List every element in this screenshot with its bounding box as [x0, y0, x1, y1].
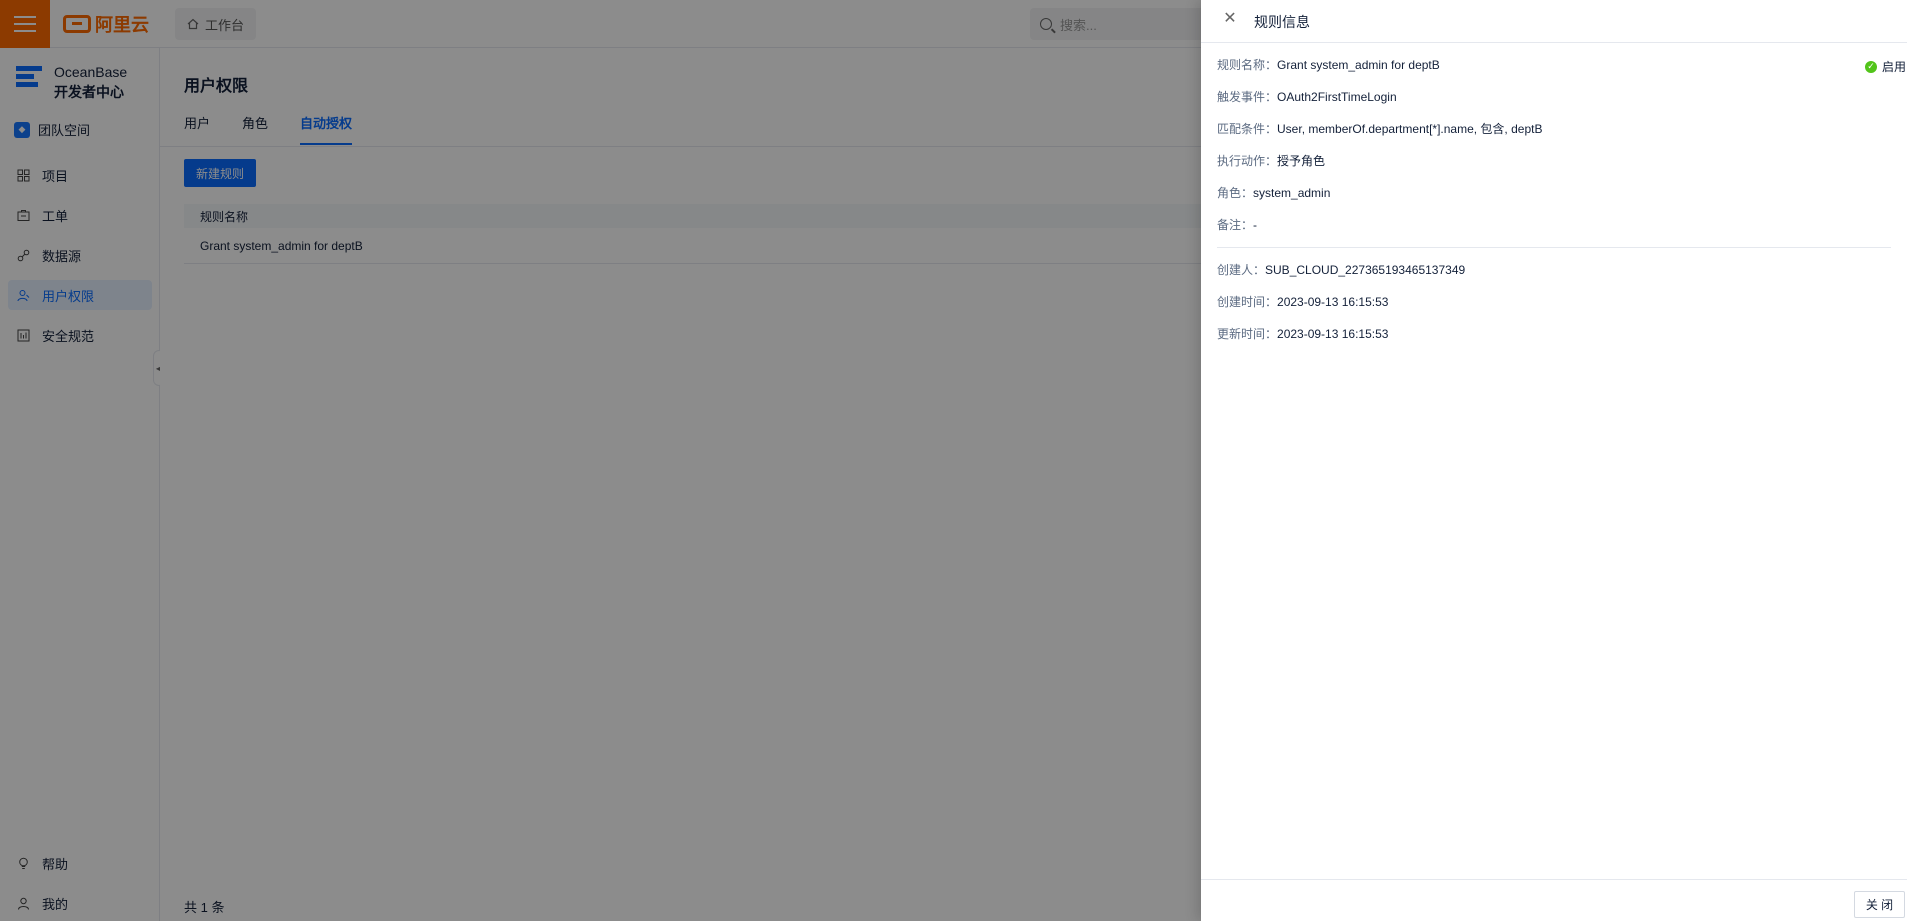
drawer-footer: 关 闭 — [1201, 879, 1907, 921]
field-label: 触发事件： — [1217, 90, 1278, 104]
field-value: User, memberOf.department[*].name, 包含, d… — [1277, 122, 1543, 136]
field-updated-time: 更新时间： 2023-09-13 16:15:53 — [1217, 326, 1891, 358]
field-label: 角色： — [1217, 186, 1254, 200]
close-icon[interactable]: ✕ — [1223, 11, 1237, 27]
field-match-condition: 匹配条件： User, memberOf.department[*].name,… — [1217, 121, 1891, 153]
field-rule-name: 规则名称： Grant system_admin for deptB — [1217, 57, 1891, 89]
field-label: 创建人： — [1217, 263, 1266, 277]
drawer-header: ✕ 规则信息 — [1201, 0, 1907, 43]
field-label: 更新时间： — [1217, 327, 1278, 341]
field-action: 执行动作： 授予角色 — [1217, 153, 1891, 185]
field-value: Grant system_admin for deptB — [1277, 58, 1440, 72]
details-divider — [1217, 247, 1891, 248]
close-button[interactable]: 关 闭 — [1854, 891, 1905, 918]
field-value: - — [1253, 218, 1258, 232]
field-value: 2023-09-13 16:15:53 — [1277, 327, 1389, 341]
field-label: 匹配条件： — [1217, 122, 1278, 136]
drawer-title: 规则信息 — [1254, 14, 1310, 30]
field-value: OAuth2FirstTimeLogin — [1277, 90, 1397, 104]
field-value: system_admin — [1253, 186, 1331, 200]
field-value: 授予角色 — [1277, 154, 1326, 168]
field-creator: 创建人： SUB_CLOUD_227365193465137349 — [1217, 262, 1891, 294]
field-label: 创建时间： — [1217, 295, 1278, 309]
field-trigger-event: 触发事件： OAuth2FirstTimeLogin — [1217, 89, 1891, 121]
field-value: SUB_CLOUD_227365193465137349 — [1265, 263, 1466, 277]
field-label: 执行动作： — [1217, 154, 1278, 168]
field-label: 规则名称： — [1217, 58, 1278, 72]
rule-details: 规则名称： Grant system_admin for deptB 触发事件：… — [1217, 57, 1891, 358]
rule-info-drawer: ✕ 规则信息 ✓ 启用 规则名称： Grant system_admin for… — [1201, 0, 1907, 921]
field-role: 角色： system_admin — [1217, 185, 1891, 217]
field-remark: 备注： - — [1217, 217, 1891, 249]
field-label: 备注： — [1217, 218, 1254, 232]
field-value: 2023-09-13 16:15:53 — [1277, 295, 1389, 309]
field-created-time: 创建时间： 2023-09-13 16:15:53 — [1217, 294, 1891, 326]
